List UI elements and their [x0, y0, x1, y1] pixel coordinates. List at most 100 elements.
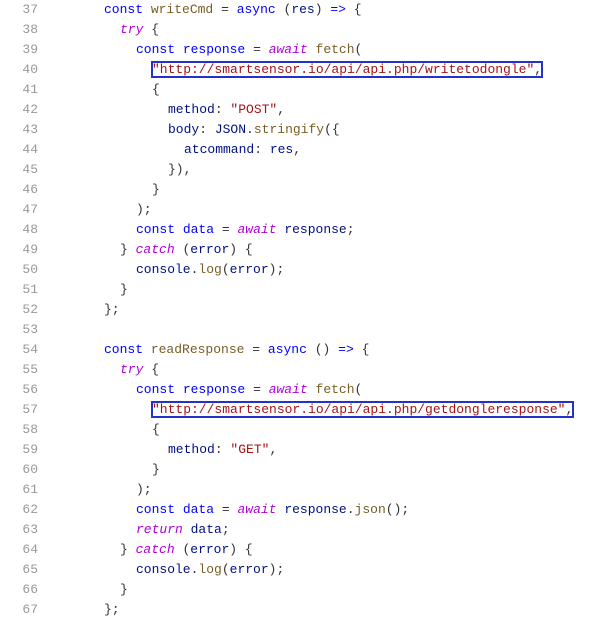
token: error [230, 562, 269, 577]
token: } [120, 542, 128, 557]
token: ) [229, 542, 237, 557]
token: console [136, 562, 191, 577]
line-number: 46 [0, 180, 38, 200]
line-number: 60 [0, 460, 38, 480]
token: await [237, 222, 276, 237]
line-number: 39 [0, 40, 38, 60]
token: data [191, 522, 222, 537]
token: = [253, 42, 261, 57]
fn-fetch: fetch [316, 42, 355, 57]
fn-name: readResponse [151, 342, 245, 357]
token: response [284, 502, 346, 517]
arrow: => [330, 2, 346, 17]
code-line: }; [56, 600, 594, 620]
token [143, 342, 151, 357]
token [307, 342, 315, 357]
code-line: const readResponse = async () => { [56, 340, 594, 360]
token: ); [269, 262, 285, 277]
fn: log [198, 262, 221, 277]
token [56, 322, 64, 337]
token: ( [355, 382, 363, 397]
token: } [152, 462, 160, 477]
token: await [237, 502, 276, 517]
token: ( [222, 262, 230, 277]
token [245, 382, 253, 397]
token: catch [136, 542, 175, 557]
line-number: 52 [0, 300, 38, 320]
token: ); [136, 202, 152, 217]
code-line: method: "POST", [56, 100, 594, 120]
token: const [104, 342, 143, 357]
token [183, 522, 191, 537]
token: = [253, 382, 261, 397]
code-area[interactable]: const writeCmd = async (res) => {try {co… [56, 0, 594, 620]
token [229, 2, 237, 17]
code-line: } catch (error) { [56, 240, 594, 260]
token [260, 342, 268, 357]
token [237, 542, 245, 557]
token [261, 382, 269, 397]
line-number: 49 [0, 240, 38, 260]
token [128, 542, 136, 557]
token [128, 242, 136, 257]
token [213, 2, 221, 17]
token: : [215, 442, 231, 457]
fn-name: writeCmd [151, 2, 213, 17]
line-number: 37 [0, 0, 38, 20]
var: data [183, 222, 214, 237]
string: "POST" [230, 102, 277, 117]
token: } [120, 282, 128, 297]
token: , [293, 142, 301, 157]
token: await [269, 382, 308, 397]
kw-return: return [136, 522, 183, 537]
var: res [270, 142, 293, 157]
token: = [222, 502, 230, 517]
token: log [198, 562, 221, 577]
token: } [120, 242, 128, 257]
var: response [183, 42, 245, 57]
kw-const: const [104, 2, 143, 17]
code-line: console.log(error); [56, 560, 594, 580]
code-line: } [56, 280, 594, 300]
code-line: const response = await fetch( [56, 380, 594, 400]
code-line: ); [56, 480, 594, 500]
line-number: 38 [0, 20, 38, 40]
code-line: method: "GET", [56, 440, 594, 460]
line-number: 61 [0, 480, 38, 500]
line-number: 47 [0, 200, 38, 220]
token [276, 2, 284, 17]
code-line: try { [56, 360, 594, 380]
line-number: 59 [0, 440, 38, 460]
token: () [315, 342, 331, 357]
string-url: "http://smartsensor.io/api/api.php/write… [152, 62, 534, 77]
line-number: 51 [0, 280, 38, 300]
code-line: "http://smartsensor.io/api/api.php/getdo… [56, 400, 594, 420]
line-number: 48 [0, 220, 38, 240]
token [214, 502, 222, 517]
token: data [183, 502, 214, 517]
line-number: 40 [0, 60, 38, 80]
string-url: "http://smartsensor.io/api/api.php/getdo… [152, 402, 565, 417]
param: res [291, 2, 314, 17]
code-line: { [56, 420, 594, 440]
token: fetch [316, 382, 355, 397]
line-number: 65 [0, 560, 38, 580]
prop: body [168, 122, 199, 137]
token: = [252, 342, 260, 357]
line-number: 57 [0, 400, 38, 420]
token: } [152, 182, 160, 197]
line-number: 64 [0, 540, 38, 560]
token: ; [347, 222, 355, 237]
code-line: console.log(error); [56, 260, 594, 280]
line-number: 63 [0, 520, 38, 540]
token: }; [104, 602, 120, 617]
token: = [222, 222, 230, 237]
var: error [230, 262, 269, 277]
token: { [362, 342, 370, 357]
token: }; [104, 302, 120, 317]
token: ); [269, 562, 285, 577]
token: ); [136, 482, 152, 497]
line-number: 55 [0, 360, 38, 380]
line-number-gutter: 3738394041424344454647484950515253545556… [0, 0, 56, 620]
token: response [183, 382, 245, 397]
